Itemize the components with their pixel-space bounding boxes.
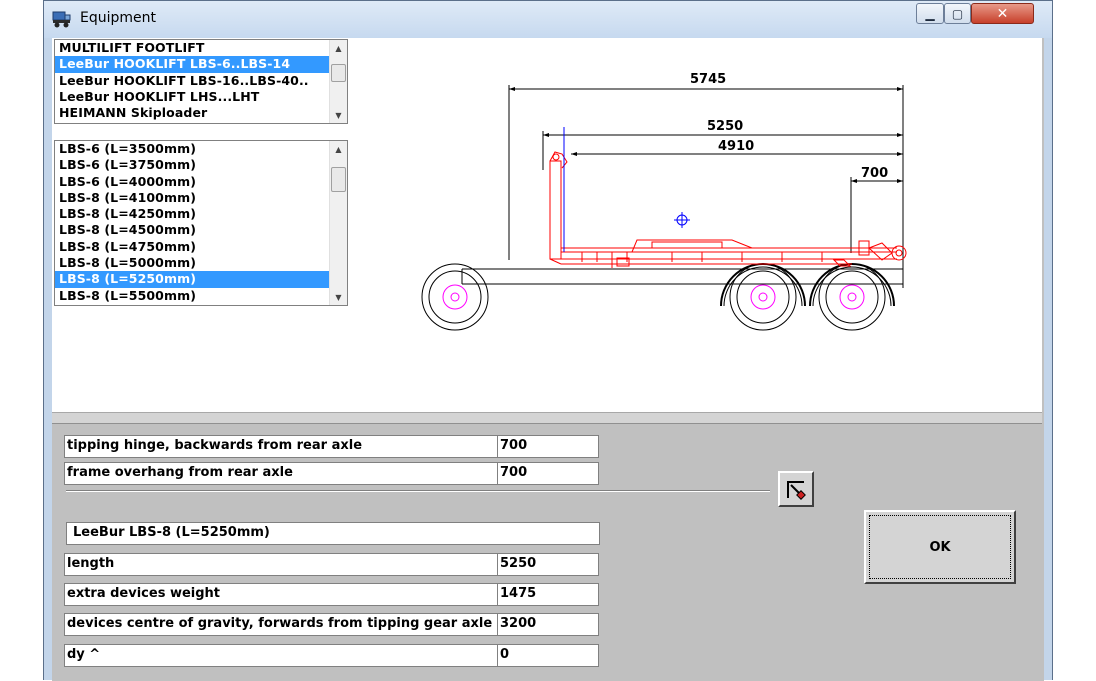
focus-rect bbox=[869, 515, 1011, 579]
dim-overhang-label: 700 bbox=[861, 166, 888, 181]
length-label: length bbox=[64, 553, 498, 576]
close-button[interactable]: ✕ bbox=[971, 3, 1034, 24]
dim-length-label: 5250 bbox=[707, 119, 743, 134]
window-title: Equipment bbox=[80, 10, 156, 26]
tipping-hinge-label: tipping hinge, backwards from rear axle bbox=[64, 435, 498, 458]
extra-weight-label: extra devices weight bbox=[64, 583, 498, 606]
selected-equipment-name: LeeBur LBS-8 (L=5250mm) bbox=[66, 522, 600, 545]
title-bar[interactable]: Equipment ▁ ▢ ✕ bbox=[44, 1, 1052, 38]
dy-label: dy ^ bbox=[64, 644, 498, 667]
tool-button[interactable] bbox=[778, 471, 814, 507]
extra-weight-field[interactable]: 1475 bbox=[497, 583, 599, 606]
client-area: MULTILIFT FOOTLIFT LeeBur HOOKLIFT LBS-6.… bbox=[52, 38, 1044, 681]
cog-marker-icon bbox=[674, 212, 690, 228]
frame-overhang-label: frame overhang from rear axle bbox=[64, 462, 498, 485]
dim-overall-label: 5745 bbox=[690, 72, 726, 87]
form-panel: tipping hinge, backwards from rear axle … bbox=[52, 424, 1042, 681]
ok-button[interactable]: OK bbox=[864, 510, 1016, 584]
maximize-button[interactable]: ▢ bbox=[944, 3, 971, 24]
dy-field[interactable]: 0 bbox=[497, 644, 599, 667]
truck-drawing: 5745 5250 4910 700 bbox=[421, 72, 907, 331]
panel-splitter[interactable] bbox=[52, 412, 1042, 424]
divider bbox=[66, 490, 770, 492]
equipment-window: Equipment ▁ ▢ ✕ MULTILIFT FOOTLIFT LeeBur… bbox=[43, 0, 1053, 681]
length-field[interactable]: 5250 bbox=[497, 553, 599, 576]
tipper-icon bbox=[787, 481, 806, 500]
centre-gravity-field[interactable]: 3200 bbox=[497, 613, 599, 636]
truck-app-icon bbox=[52, 9, 72, 29]
centre-gravity-label: devices centre of gravity, forwards from… bbox=[64, 613, 498, 636]
dim-inner-label: 4910 bbox=[718, 139, 754, 154]
minimize-button[interactable]: ▁ bbox=[916, 3, 944, 24]
tipping-hinge-field[interactable]: 700 bbox=[497, 435, 599, 458]
preview-panel: MULTILIFT FOOTLIFT LeeBur HOOKLIFT LBS-6.… bbox=[52, 38, 1042, 412]
frame-overhang-field[interactable]: 700 bbox=[497, 462, 599, 485]
